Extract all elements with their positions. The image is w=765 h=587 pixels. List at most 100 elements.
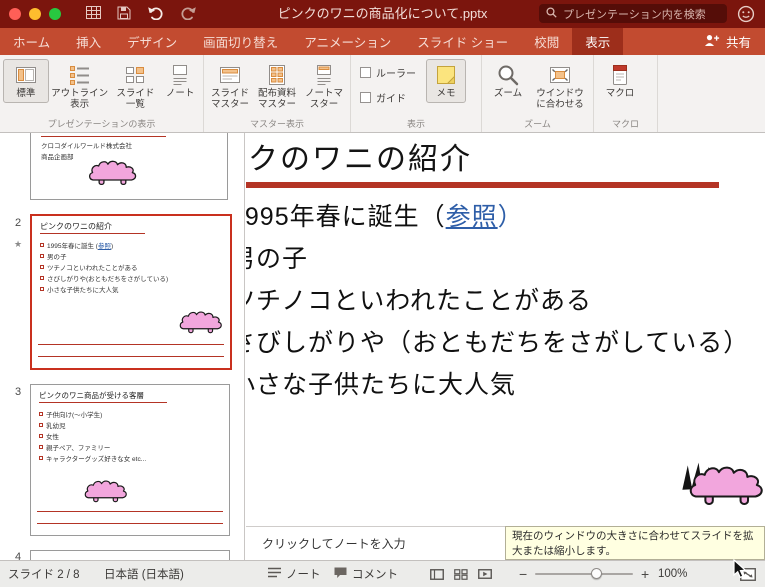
- thumb-bullet: さびしがりや(おともだちをさがしている): [32, 272, 230, 283]
- thumb-bullet: 1995年春に誕生 (参照): [32, 239, 230, 250]
- title-underline-bar: [246, 182, 719, 188]
- slide-4-thumbnail[interactable]: [30, 550, 230, 560]
- group-label-presentation-views: プレゼンテーションの表示: [47, 119, 156, 129]
- save-icon[interactable]: [117, 6, 131, 23]
- zoom-button[interactable]: ズーム: [485, 59, 531, 103]
- handout-master-button[interactable]: 配布資料マスター: [253, 59, 301, 114]
- view-sorter-button[interactable]: [454, 561, 468, 587]
- guides-checkbox[interactable]: ガイド: [360, 90, 416, 105]
- slide-sorter-icon: [123, 63, 147, 87]
- slide-bullet-5[interactable]: 小さな子供たちに大人気: [246, 365, 516, 401]
- tab-design[interactable]: デザイン: [114, 28, 190, 55]
- macro-icon: [608, 63, 632, 87]
- pink-crocodile-drawing: [87, 159, 141, 187]
- thumb-bullet: 男の子: [32, 250, 230, 261]
- tab-home[interactable]: ホーム: [0, 28, 63, 55]
- handout-master-icon: [265, 63, 289, 87]
- share-person-icon: [704, 33, 720, 50]
- thumb-bullet: 親子ペア、ファミリー: [31, 441, 229, 452]
- notes-master-button[interactable]: ノートマスター: [301, 59, 347, 114]
- slide-bullet-4[interactable]: さびしがりや（おともだちをさがしている）: [246, 323, 749, 359]
- slide-bullet-1[interactable]: 1995年春に誕生（参照）: [246, 197, 524, 233]
- slide-thumbnail-pane: クロコダイルワールド株式会社 商品企画部 2 ★ ピンクのワニの紹介 1995年…: [0, 133, 245, 560]
- comments-toggle-label: コメント: [352, 569, 398, 581]
- fit-to-window-button[interactable]: ウインドウに合わせる: [531, 59, 589, 114]
- slide-1-subtitle-line-2: 商品企画部: [41, 154, 74, 161]
- notes-placeholder: クリックしてノートを入力: [262, 537, 406, 551]
- slide-2-animation-star-icon: ★: [14, 239, 23, 249]
- titlebar: ピンクのワニの商品化について.pptx プレゼンテーション内を検索: [0, 0, 765, 28]
- slide-2-title: ピンクのワニの紹介: [40, 222, 112, 231]
- slide-sorter-label: スライド一覧: [116, 88, 155, 110]
- slide-bullet-2[interactable]: 男の子: [246, 239, 308, 275]
- notes-toggle[interactable]: ノート: [268, 561, 321, 587]
- notes-page-icon: [168, 63, 192, 87]
- notes-page-button[interactable]: ノート: [160, 59, 200, 103]
- slide-2-thumbnail[interactable]: ピンクのワニの紹介 1995年春に誕生 (参照) 男の子 ツチノコといわれたこと…: [30, 214, 232, 370]
- tab-review[interactable]: 校閲: [521, 28, 572, 55]
- outline-view-label: アウトライン表示: [51, 88, 109, 110]
- ribbon-grid-icon[interactable]: [86, 6, 101, 22]
- tab-view[interactable]: 表示: [572, 28, 624, 55]
- comments-toggle[interactable]: コメント: [334, 561, 398, 587]
- fit-slide-tooltip: 現在のウィンドウの大きさに合わせてスライドを拡大または縮小します。: [505, 526, 765, 560]
- view-normal-button[interactable]: [430, 561, 444, 587]
- tab-animations[interactable]: アニメーション: [291, 28, 404, 55]
- ribbon-tabbar: ホーム 挿入 デザイン 画面切り替え アニメーション スライド ショー 校閲 表…: [0, 28, 765, 55]
- tab-insert[interactable]: 挿入: [63, 28, 114, 55]
- macro-button[interactable]: マクロ: [597, 59, 643, 103]
- zoom-level[interactable]: 100%: [658, 561, 687, 587]
- zoom-out-button[interactable]: −: [519, 561, 527, 587]
- slide-master-icon: [218, 63, 242, 87]
- handout-master-label: 配布資料マスター: [257, 88, 296, 110]
- group-master-views: スライドマスター 配布資料マスター ノートマスター マスター表示: [204, 55, 351, 132]
- tab-slideshow[interactable]: スライド ショー: [404, 28, 521, 55]
- slide-3-number: 3: [15, 386, 22, 398]
- search-icon: [546, 6, 557, 21]
- group-label-master-views: マスター表示: [249, 119, 304, 129]
- redo-icon[interactable]: [180, 6, 197, 23]
- share-button[interactable]: 共有: [690, 28, 765, 55]
- zoom-slider-thumb[interactable]: [591, 568, 602, 579]
- group-presentation-views: 標準 アウトライン表示 スライド一覧 ノート プレゼンテーションの表示: [0, 55, 204, 132]
- zoom-window-button[interactable]: [49, 8, 61, 20]
- ruler-checkbox-box: [360, 67, 371, 78]
- slide-3-thumbnail[interactable]: ピンクのワニ商品が受ける客層 子供向け(〜小学生) 乳幼児 女性 親子ペア、ファ…: [30, 384, 230, 536]
- fit-to-window-label: ウインドウに合わせる: [536, 88, 584, 110]
- group-zoom: ズーム ウインドウに合わせる ズーム: [482, 55, 594, 132]
- tab-transitions[interactable]: 画面切り替え: [190, 28, 291, 55]
- ribbon: 標準 アウトライン表示 スライド一覧 ノート プレゼンテーションの表示 スライド…: [0, 55, 765, 133]
- outline-view-button[interactable]: アウトライン表示: [49, 59, 111, 114]
- slide-4-number: 4: [15, 551, 22, 560]
- thumb-bullet: 小さな子供たちに大人気: [32, 283, 230, 294]
- slide-master-button[interactable]: スライドマスター: [207, 59, 253, 114]
- slide-bullet-3[interactable]: ツチノコといわれたことがある: [246, 281, 592, 317]
- pink-crocodile-drawing-large[interactable]: [681, 448, 765, 522]
- notes-page-label: ノート: [165, 88, 195, 99]
- macro-label: マクロ: [605, 88, 635, 99]
- reference-link[interactable]: 参照: [446, 203, 498, 231]
- memo-toggle-button[interactable]: メモ: [426, 59, 466, 103]
- zoom-slider[interactable]: [535, 561, 633, 587]
- zoom-in-button[interactable]: +: [641, 561, 649, 587]
- slide-sorter-button[interactable]: スライド一覧: [110, 59, 160, 114]
- undo-icon[interactable]: [147, 6, 164, 23]
- statusbar: スライド 2 / 8 日本語 (日本語) ノート コメント − + 100%: [0, 560, 765, 587]
- minimize-window-button[interactable]: [29, 8, 41, 20]
- close-window-button[interactable]: [9, 8, 21, 20]
- ruler-checkbox[interactable]: ルーラー: [360, 65, 416, 80]
- reference-link[interactable]: 参照: [98, 243, 111, 250]
- slide-3-title: ピンクのワニ商品が受ける客層: [39, 391, 144, 400]
- search-placeholder: プレゼンテーション内を検索: [563, 8, 706, 21]
- normal-view-button[interactable]: 標準: [3, 59, 49, 103]
- search-input[interactable]: プレゼンテーション内を検索: [539, 4, 727, 23]
- language-indicator[interactable]: 日本語 (日本語): [104, 561, 184, 587]
- slide-counter: スライド 2 / 8: [8, 569, 80, 581]
- slide-1-thumbnail[interactable]: クロコダイルワールド株式会社 商品企画部: [30, 133, 228, 200]
- notes-lines-icon: [268, 567, 281, 581]
- feedback-smiley-icon[interactable]: [737, 5, 755, 23]
- pink-crocodile-drawing: [83, 479, 131, 504]
- slide-editor-canvas[interactable]: ピンクのワニの紹介 1995年春に誕生（参照） 男の子 ツチノコといわれたことが…: [246, 133, 765, 526]
- view-slideshow-button[interactable]: [478, 561, 492, 587]
- slide-title-text[interactable]: ピンクのワニの紹介: [246, 134, 472, 178]
